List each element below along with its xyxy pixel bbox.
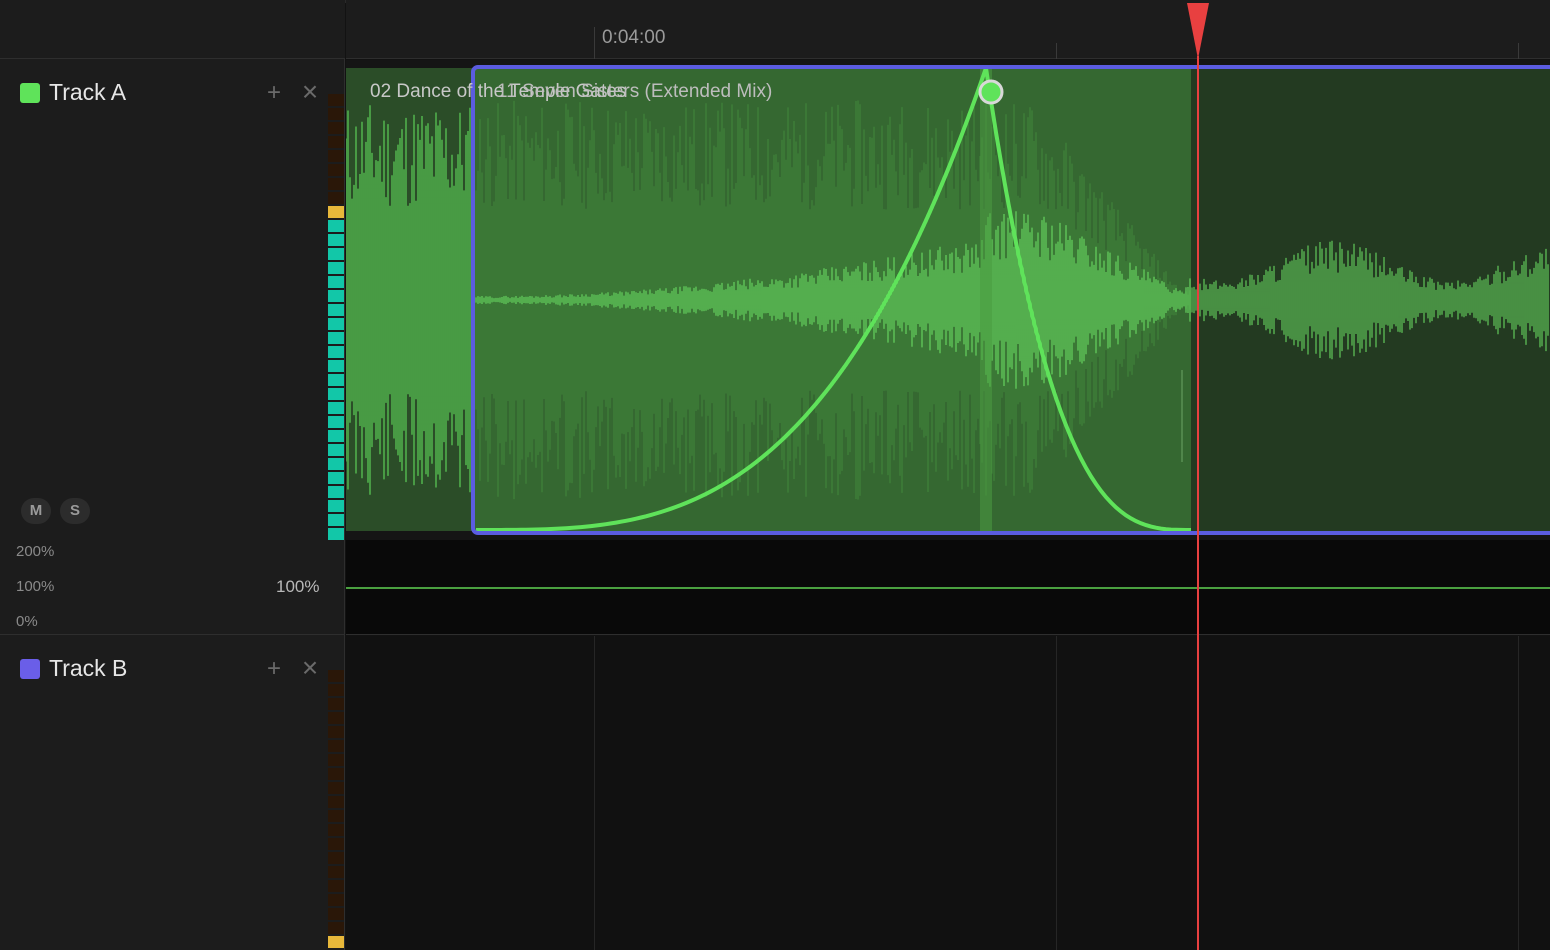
meter-segment [328, 866, 344, 878]
close-icon[interactable]: × [298, 78, 322, 106]
add-icon[interactable]: + [262, 81, 286, 105]
grid-line [1056, 636, 1057, 950]
playhead-line[interactable] [1197, 56, 1199, 950]
fade-handle[interactable] [978, 79, 1004, 105]
ruler-corner [0, 0, 345, 59]
volume-max-label: 200% [16, 543, 55, 560]
meter-segment [328, 136, 344, 148]
meter-segment [328, 178, 344, 190]
meter-segment [328, 164, 344, 176]
meter-segment [328, 908, 344, 920]
volume-current-value[interactable]: 100% [276, 577, 319, 597]
meter-segment [328, 740, 344, 752]
front-clip-title: 11 Seven Sisters (Extended Mix) [497, 81, 773, 102]
meter-segment [328, 894, 344, 906]
meter-segment [328, 922, 344, 934]
meter-segment [328, 416, 344, 428]
solo-button[interactable]: S [60, 498, 90, 524]
close-icon[interactable]: × [298, 654, 322, 682]
meter-segment [328, 500, 344, 512]
meter-segment [328, 402, 344, 414]
meter-segment [328, 150, 344, 162]
meter-segment [328, 374, 344, 386]
volume-mid-label: 100% [16, 578, 55, 595]
meter-segment [328, 768, 344, 780]
meter-segment [328, 712, 344, 724]
grid-line [1518, 636, 1519, 950]
meter-segment [328, 276, 344, 288]
meter-segment [328, 782, 344, 794]
meter-segment [328, 936, 344, 948]
meter-segment [328, 486, 344, 498]
ruler-major-tick [594, 27, 595, 59]
ruler-minor-tick [1518, 43, 1519, 59]
meter-segment [328, 248, 344, 260]
playhead-marker-icon[interactable] [1186, 3, 1210, 59]
meter-segment [328, 726, 344, 738]
meter-segment [328, 754, 344, 766]
meter-segment [328, 192, 344, 204]
meter-segment [328, 360, 344, 372]
volume-min-label: 0% [16, 613, 38, 630]
track-a-header[interactable]: Track A + × M S 200% 100% 0% 100% [0, 60, 345, 635]
meter-segment [328, 108, 344, 120]
meter-segment [328, 852, 344, 864]
meter-segment [328, 684, 344, 696]
meter-segment [328, 472, 344, 484]
grid-line [594, 636, 595, 950]
track-a-clips-canvas [346, 65, 1550, 589]
meter-segment [328, 94, 344, 106]
track-b-level-meter [328, 670, 344, 950]
meter-segment [328, 318, 344, 330]
meter-segment [328, 234, 344, 246]
clip-marker [980, 68, 992, 531]
meter-segment [328, 430, 344, 442]
meter-segment [328, 698, 344, 710]
meter-segment [328, 458, 344, 470]
meter-segment [328, 514, 344, 526]
meter-segment [328, 206, 344, 218]
meter-segment [328, 796, 344, 808]
meter-segment [328, 332, 344, 344]
meter-segment [328, 824, 344, 836]
track-a-name[interactable]: Track A [49, 79, 126, 106]
meter-segment [328, 670, 344, 682]
meter-segment [328, 838, 344, 850]
mute-button[interactable]: M [21, 498, 51, 524]
meter-segment [328, 262, 344, 274]
ruler-minor-tick [1056, 43, 1057, 59]
ruler-time-label: 0:04:00 [602, 27, 666, 48]
meter-segment [328, 220, 344, 232]
meter-segment [328, 122, 344, 134]
meter-segment [328, 444, 344, 456]
meter-segment [328, 880, 344, 892]
meter-segment [328, 346, 344, 358]
meter-segment [328, 388, 344, 400]
track-b-name[interactable]: Track B [49, 655, 127, 682]
meter-segment [328, 810, 344, 822]
meter-segment [328, 290, 344, 302]
meter-segment [328, 304, 344, 316]
track-b-lane[interactable] [346, 636, 1550, 950]
track-a-level-meter [328, 94, 344, 542]
track-a-color-swatch[interactable] [20, 83, 40, 103]
track-b-color-swatch[interactable] [20, 659, 40, 679]
meter-segment [328, 528, 344, 540]
add-icon[interactable]: + [262, 657, 286, 681]
track-b-header[interactable]: Track B + × [0, 636, 345, 950]
timeline-ruler[interactable]: 0:04:00 [346, 0, 1550, 59]
